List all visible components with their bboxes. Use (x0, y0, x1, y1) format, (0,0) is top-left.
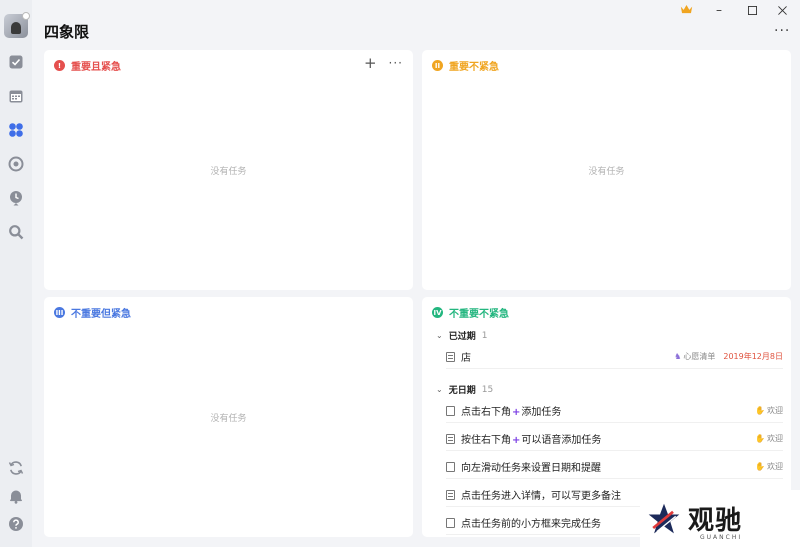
maximize-button[interactable] (744, 2, 760, 18)
checkbox[interactable] (446, 461, 455, 472)
quadrant-important-not-urgent: II 重要不紧急 没有任务 (422, 50, 791, 290)
quadrant-header: II 重要不紧急 (432, 58, 499, 73)
quadrant-urgent-important: ! 重要且紧急 + ··· 没有任务 (44, 50, 413, 290)
chevron-down-icon[interactable]: ⌄ (436, 331, 443, 340)
task-title-part: 按住右下角 (461, 435, 511, 446)
task-tag-label: 欢迎 (767, 434, 783, 443)
task-title-part: 添加任务 (521, 407, 562, 418)
page-title: 四象限 (44, 23, 90, 41)
quadrant-header: ! 重要且紧急 (54, 58, 121, 73)
quadrant-badge: II (432, 60, 443, 71)
task-title[interactable]: 按住右下角+可以语音添加任务 (461, 431, 601, 446)
task-list-tag: ✋ 欢迎 (755, 405, 783, 416)
task-title[interactable]: 向左滑动任务来设置日期和提醒 (461, 459, 601, 474)
task-tag-label: 心愿清单 (683, 352, 716, 361)
quadrant-header: III 不重要但紧急 (54, 305, 131, 320)
add-task-icon[interactable]: + (364, 56, 377, 71)
task-list-tag: ✋ 欢迎 (755, 433, 783, 444)
star-logo-icon (648, 503, 680, 533)
habit-icon[interactable] (8, 190, 24, 206)
checkbox[interactable] (446, 517, 455, 528)
group-header-overdue[interactable]: ⌄ 已过期 1 (436, 329, 488, 343)
quadrant-badge: III (54, 307, 65, 318)
wave-hand-icon: ✋ (755, 406, 765, 415)
quadrant-badge: ! (54, 60, 65, 71)
task-title-part: 点击右下角 (461, 407, 511, 418)
help-icon[interactable] (8, 516, 24, 532)
bell-icon[interactable] (8, 488, 24, 504)
group-count: 15 (481, 384, 494, 395)
task-row[interactable]: 店 ♞ 心愿清单 2019年12月8日 (446, 345, 783, 369)
empty-text: 没有任务 (588, 167, 625, 177)
quadrant-title[interactable]: 重要且紧急 (71, 58, 121, 73)
more-options-icon[interactable]: ··· (774, 24, 790, 38)
crown-icon[interactable] (678, 1, 694, 17)
note-icon[interactable] (446, 351, 455, 362)
quadrant-title[interactable]: 重要不紧急 (449, 58, 499, 73)
task-row[interactable]: 按住右下角+可以语音添加任务 ✋ 欢迎 (446, 427, 783, 451)
avatar-status-dot (22, 12, 30, 20)
quadrant-header: IV 不重要不紧急 (432, 305, 509, 320)
note-icon[interactable] (446, 433, 455, 444)
minimize-button[interactable]: – (711, 2, 727, 18)
task-row[interactable]: 向左滑动任务来设置日期和提醒 ✋ 欢迎 (446, 455, 783, 479)
task-title[interactable]: 点击任务前的小方框来完成任务 (461, 515, 601, 530)
task-list-tag: ♞ 心愿清单 (674, 351, 715, 362)
empty-text: 没有任务 (210, 414, 247, 424)
watermark-text: 观驰 (688, 506, 743, 536)
watermark-logo: 观驰 GUANCHI (640, 490, 800, 547)
group-title: 无日期 (448, 386, 476, 396)
quadrant-urgent-not-important: III 不重要但紧急 没有任务 (44, 297, 413, 537)
plus-icon: + (512, 435, 521, 446)
focus-target-icon[interactable] (8, 156, 24, 172)
group-header-no-date[interactable]: ⌄ 无日期 15 (436, 383, 494, 397)
calendar-icon[interactable] (8, 88, 24, 104)
sidebar (0, 0, 32, 547)
search-icon[interactable] (8, 224, 24, 240)
chevron-down-icon[interactable]: ⌄ (436, 385, 443, 394)
watermark-subtext: GUANCHI (700, 534, 743, 541)
task-title-part: 可以语音添加任务 (521, 435, 602, 446)
group-count: 1 (481, 330, 488, 341)
quadrant-actions: + ··· (364, 56, 403, 71)
task-tag-label: 欢迎 (767, 462, 783, 471)
close-button[interactable] (774, 2, 790, 18)
task-row[interactable]: 点击右下角+添加任务 ✋ 欢迎 (446, 399, 783, 423)
wave-hand-icon: ✋ (755, 462, 765, 471)
quadrant-title[interactable]: 不重要不紧急 (449, 305, 509, 320)
task-title[interactable]: 点击右下角+添加任务 (461, 403, 561, 418)
sync-icon[interactable] (8, 460, 24, 476)
quadrant-title[interactable]: 不重要但紧急 (71, 305, 131, 320)
empty-text: 没有任务 (210, 167, 247, 177)
task-due-date: 2019年12月8日 (723, 352, 783, 361)
plus-icon: + (512, 407, 521, 418)
wave-hand-icon: ✋ (755, 434, 765, 443)
note-icon[interactable] (446, 489, 455, 500)
task-title[interactable]: 店 (461, 349, 471, 364)
four-quadrants-icon[interactable] (8, 122, 24, 138)
task-list-tag: ✋ 欢迎 (755, 461, 783, 472)
unicorn-icon: ♞ (674, 352, 682, 361)
more-icon[interactable]: ··· (389, 57, 403, 69)
task-title[interactable]: 点击任务进入详情，可以写更多备注 (461, 487, 621, 502)
checkbox[interactable] (446, 405, 455, 416)
quadrant-badge: IV (432, 307, 443, 318)
checkbox-icon[interactable] (8, 54, 24, 70)
group-title: 已过期 (448, 332, 476, 342)
task-tag-label: 欢迎 (767, 406, 783, 415)
